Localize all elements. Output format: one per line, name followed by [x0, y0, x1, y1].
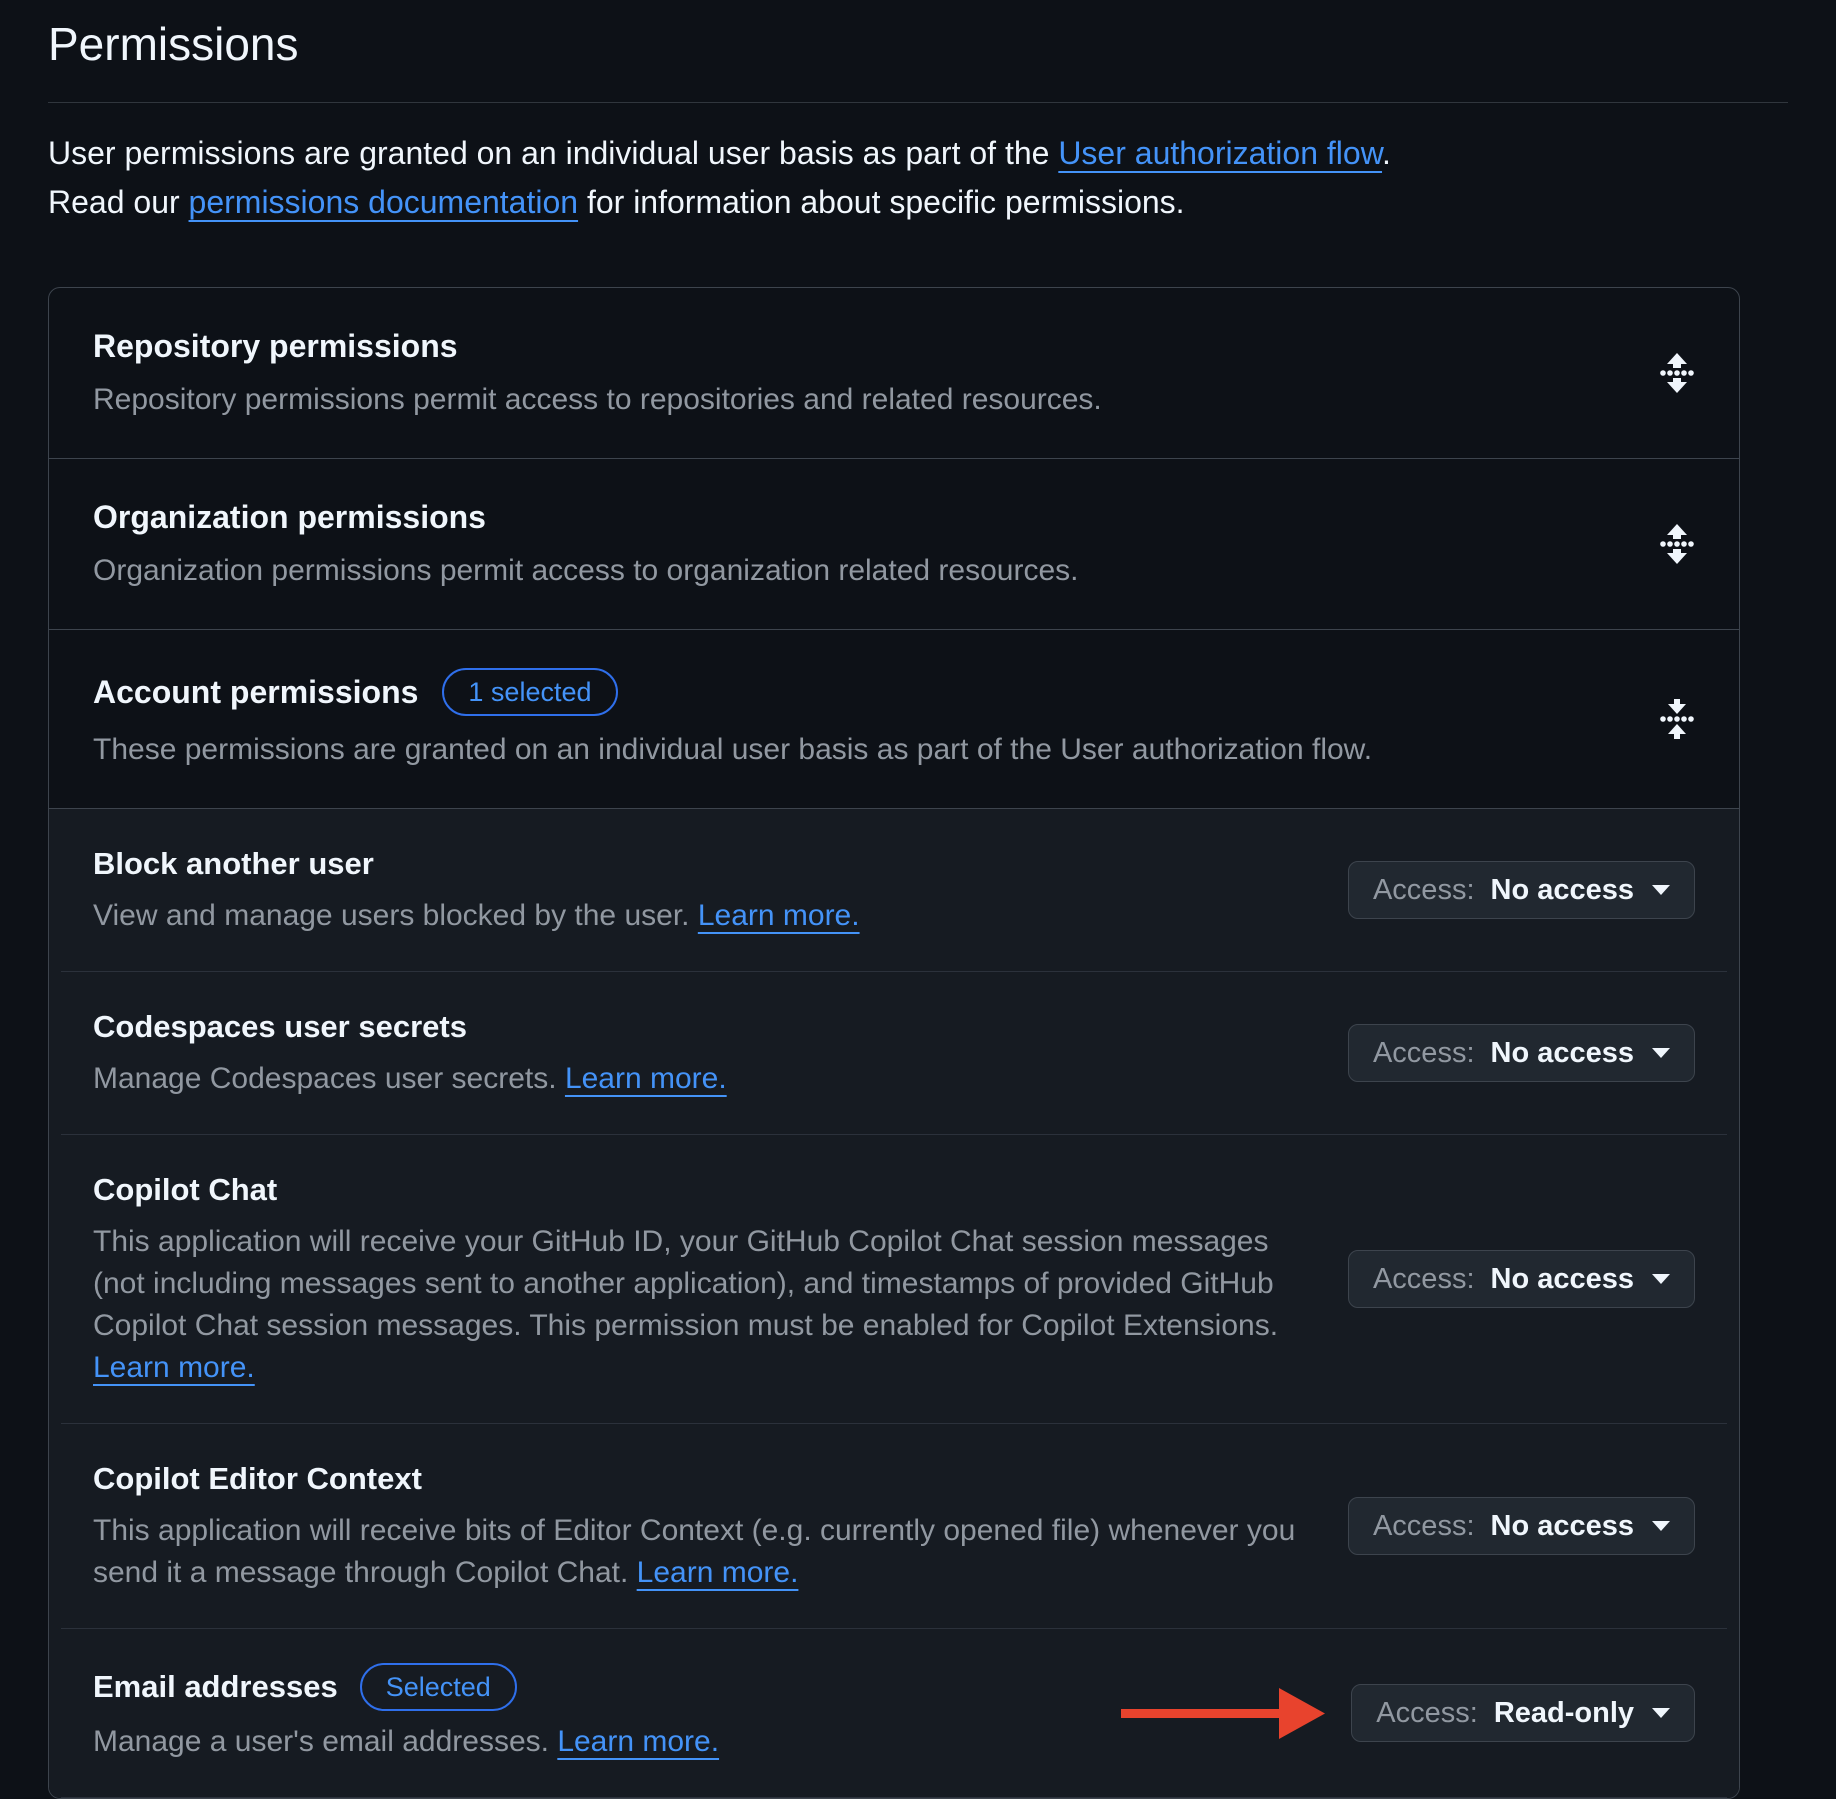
- access-dropdown[interactable]: Access: No access: [1348, 1497, 1695, 1555]
- section-description: These permissions are granted on an indi…: [93, 730, 1619, 770]
- intro-line-1: User permissions are granted on an indiv…: [48, 129, 1788, 178]
- permission-description: Manage Codespaces user secrets. Learn mo…: [93, 1058, 727, 1100]
- page-title: Permissions: [48, 18, 1788, 70]
- caret-down-icon: [1652, 885, 1670, 895]
- caret-down-icon: [1652, 1708, 1670, 1718]
- permission-row-copilot-chat: Copilot Chat This application will recei…: [49, 1135, 1739, 1423]
- learn-more-link[interactable]: Learn more.: [698, 899, 860, 932]
- learn-more-link[interactable]: Learn more.: [557, 1725, 719, 1758]
- user-authorization-flow-link[interactable]: User authorization flow: [1058, 135, 1382, 171]
- row-divider: [61, 1797, 1727, 1798]
- drag-handle-icon[interactable]: [1655, 520, 1699, 568]
- intro-line-2: Read our permissions documentation for i…: [48, 178, 1788, 227]
- learn-more-link[interactable]: Learn more.: [93, 1351, 255, 1384]
- permission-row-block-another-user: Block another user View and manage users…: [49, 809, 1739, 971]
- section-title: Account permissions: [93, 672, 418, 712]
- access-dropdown[interactable]: Access: No access: [1348, 1024, 1695, 1082]
- access-dropdown[interactable]: Access: Read-only: [1351, 1684, 1695, 1742]
- section-title: Organization permissions: [93, 497, 1619, 537]
- drag-handle-icon[interactable]: [1655, 349, 1699, 397]
- section-description: Repository permissions permit access to …: [93, 380, 1619, 420]
- account-permissions-list: Block another user View and manage users…: [49, 808, 1739, 1798]
- caret-down-icon: [1652, 1048, 1670, 1058]
- permission-row-copilot-editor-context: Copilot Editor Context This application …: [49, 1424, 1739, 1628]
- permission-description: This application will receive your GitHu…: [93, 1221, 1308, 1389]
- access-dropdown[interactable]: Access: No access: [1348, 1250, 1695, 1308]
- permissions-page: Permissions User permissions are granted…: [0, 0, 1836, 1799]
- permission-description: This application will receive bits of Ed…: [93, 1510, 1308, 1594]
- caret-down-icon: [1652, 1274, 1670, 1284]
- intro-text: User permissions are granted on an indiv…: [48, 129, 1788, 227]
- section-title: Repository permissions: [93, 326, 1619, 366]
- permission-row-email-addresses: Email addresses Selected Manage a user's…: [49, 1629, 1739, 1797]
- permission-name: Codespaces user secrets: [93, 1006, 727, 1048]
- permission-row-codespaces-user-secrets: Codespaces user secrets Manage Codespace…: [49, 972, 1739, 1134]
- permission-name: Email addresses: [93, 1666, 338, 1708]
- section-repository-permissions: Repository permissions Repository permis…: [49, 288, 1739, 458]
- selected-badge: Selected: [360, 1663, 517, 1711]
- section-account-permissions: Account permissions 1 selected These per…: [49, 629, 1739, 808]
- learn-more-link[interactable]: Learn more.: [565, 1062, 727, 1095]
- page-header: Permissions: [48, 0, 1788, 103]
- section-organization-permissions: Organization permissions Organization pe…: [49, 458, 1739, 629]
- section-description: Organization permissions permit access t…: [93, 551, 1619, 591]
- permission-description: Manage a user's email addresses. Learn m…: [93, 1721, 719, 1763]
- permission-name: Block another user: [93, 843, 860, 885]
- selected-count-badge: 1 selected: [442, 668, 617, 716]
- permission-name: Copilot Editor Context: [93, 1458, 1308, 1500]
- permissions-box: Repository permissions Repository permis…: [48, 287, 1740, 1799]
- permission-description: View and manage users blocked by the use…: [93, 895, 860, 937]
- permissions-documentation-link[interactable]: permissions documentation: [189, 184, 579, 220]
- permission-name: Copilot Chat: [93, 1169, 1308, 1211]
- learn-more-link[interactable]: Learn more.: [637, 1556, 799, 1589]
- red-arrow-icon: [1121, 1685, 1325, 1741]
- caret-down-icon: [1652, 1521, 1670, 1531]
- access-dropdown[interactable]: Access: No access: [1348, 861, 1695, 919]
- drag-handle-icon[interactable]: [1655, 695, 1699, 743]
